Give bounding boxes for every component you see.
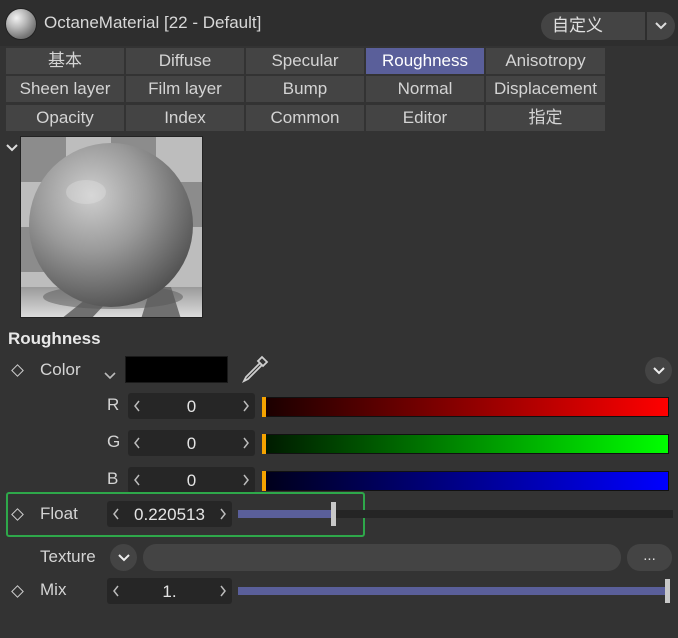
tab-common[interactable]: Common	[246, 105, 364, 131]
section-title: Roughness	[8, 329, 101, 348]
tab-assign[interactable]: 指定	[486, 105, 605, 131]
tab-specular[interactable]: Specular	[246, 48, 364, 74]
tab-diffuse[interactable]: Diffuse	[126, 48, 244, 74]
float-slider-fill	[238, 510, 334, 518]
green-channel-label: G	[107, 432, 121, 451]
increment-arrow-icon[interactable]	[219, 585, 227, 597]
green-channel-stepper[interactable]: 0	[128, 430, 255, 456]
blue-channel-stepper[interactable]: 0	[128, 467, 255, 493]
keyframe-diamond-icon[interactable]	[11, 364, 24, 377]
preset-dropdown[interactable]: 自定义	[541, 12, 645, 40]
tab-bump[interactable]: Bump	[246, 76, 364, 102]
tab-anisotropy[interactable]: Anisotropy	[486, 48, 605, 74]
increment-arrow-icon[interactable]	[242, 400, 250, 412]
texture-label: Texture	[40, 547, 96, 566]
tab-film-layer[interactable]: Film layer	[126, 76, 244, 102]
keyframe-diamond-icon[interactable]	[11, 585, 24, 598]
color-swatch[interactable]	[125, 356, 228, 383]
material-header: OctaneMaterial [22 - Default] 自定义	[0, 0, 678, 46]
float-label: Float	[40, 504, 78, 523]
tab-editor[interactable]: Editor	[366, 105, 484, 131]
mix-value[interactable]: 1.	[107, 582, 232, 602]
increment-arrow-icon[interactable]	[219, 508, 227, 520]
color-expand-toggle[interactable]	[104, 366, 116, 386]
material-preview	[20, 136, 203, 318]
chevron-down-icon	[653, 367, 665, 375]
blue-channel-marker[interactable]	[262, 471, 266, 491]
mix-label: Mix	[40, 580, 67, 599]
increment-arrow-icon[interactable]	[242, 437, 250, 449]
tab-sheen-layer[interactable]: Sheen layer	[6, 76, 124, 102]
green-channel-value[interactable]: 0	[128, 434, 255, 454]
tab-index[interactable]: Index	[126, 105, 244, 131]
float-stepper[interactable]: 0.220513	[107, 501, 232, 527]
collapse-preview-toggle[interactable]	[6, 138, 18, 158]
tab-displacement[interactable]: Displacement	[486, 76, 605, 102]
tab-roughness[interactable]: Roughness	[366, 48, 484, 74]
mix-slider-fill	[238, 587, 668, 595]
blue-channel-label: B	[107, 469, 119, 488]
preset-dropdown-button[interactable]	[647, 12, 675, 40]
green-channel-marker[interactable]	[262, 434, 266, 454]
red-channel-marker[interactable]	[262, 397, 266, 417]
texture-browse-button[interactable]: ...	[627, 544, 672, 571]
blue-channel-value[interactable]: 0	[128, 471, 255, 491]
mix-stepper[interactable]: 1.	[107, 578, 232, 604]
float-value[interactable]: 0.220513	[107, 505, 232, 525]
chevron-down-icon	[104, 372, 116, 380]
tab-opacity[interactable]: Opacity	[6, 105, 124, 131]
red-channel-value[interactable]: 0	[128, 397, 255, 417]
red-channel-stepper[interactable]: 0	[128, 393, 255, 419]
chevron-down-icon	[118, 554, 130, 562]
color-options-button[interactable]	[645, 357, 672, 384]
eyedropper-icon[interactable]	[240, 354, 270, 389]
green-channel-slider[interactable]	[263, 434, 669, 454]
color-label: Color	[40, 360, 81, 379]
mix-slider-handle[interactable]	[665, 579, 670, 603]
material-sphere-icon	[5, 8, 37, 40]
float-slider-handle[interactable]	[331, 502, 336, 526]
tab-normal[interactable]: Normal	[366, 76, 484, 102]
texture-options-button[interactable]	[110, 544, 137, 571]
material-title: OctaneMaterial [22 - Default]	[44, 13, 262, 32]
chevron-down-icon	[6, 144, 18, 152]
red-channel-label: R	[107, 395, 120, 414]
red-channel-slider[interactable]	[263, 397, 669, 417]
chevron-down-icon	[655, 22, 667, 30]
increment-arrow-icon[interactable]	[242, 474, 250, 486]
preview-sphere-image	[21, 137, 202, 317]
blue-channel-slider[interactable]	[263, 471, 669, 491]
tab-basic[interactable]: 基本	[6, 48, 124, 74]
texture-link-field[interactable]	[143, 544, 621, 571]
eyedropper-glyph	[241, 355, 269, 384]
